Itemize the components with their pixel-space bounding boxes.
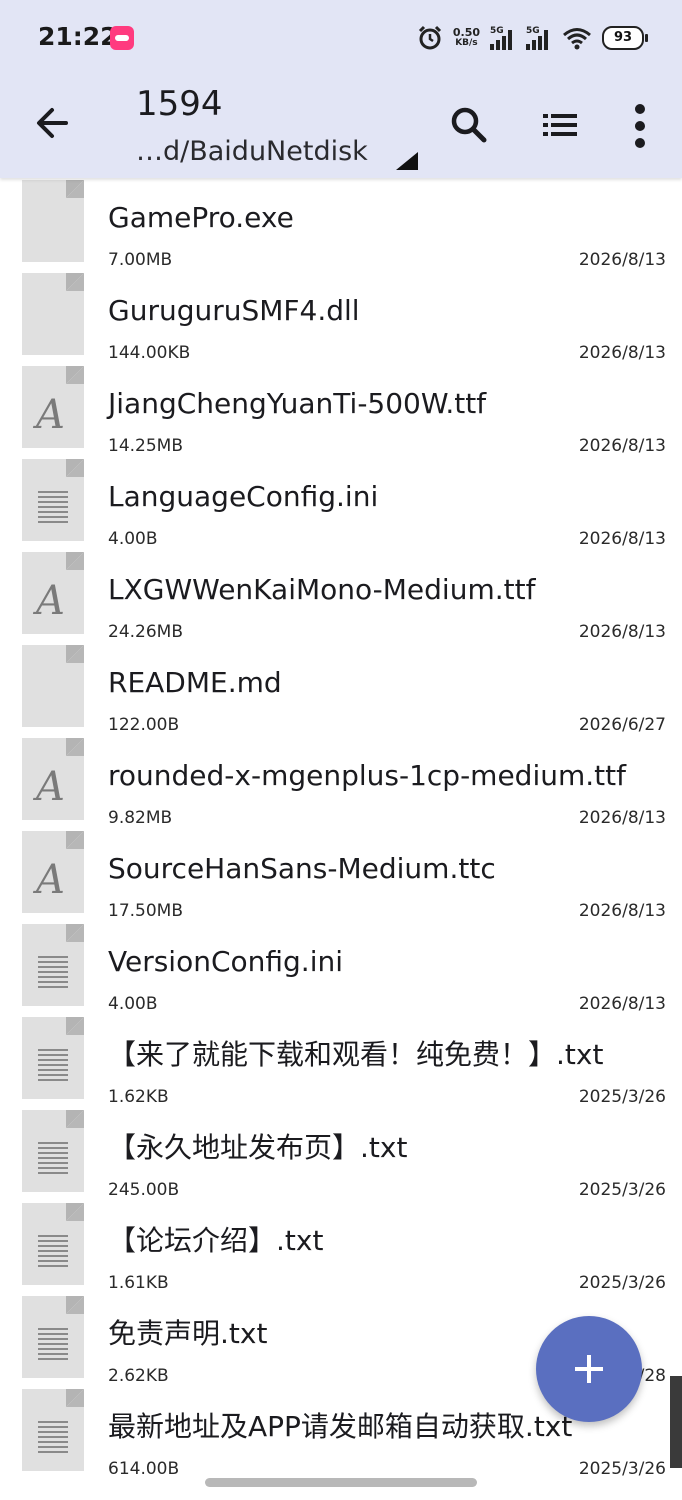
text-file-icon: [22, 1296, 84, 1378]
font-file-letter: A: [36, 857, 65, 903]
file-row[interactable]: A JiangChengYuanTi-500W.ttf 14.25MB 2026/8/…: [0, 366, 682, 477]
font-file-icon: A: [22, 831, 84, 913]
file-size: 614.00B: [108, 1459, 180, 1479]
status-icons: 0.50 KB/s 5G 5G 93: [417, 20, 648, 56]
text-file-icon: [22, 1389, 84, 1471]
file-date: 2025/3/26: [578, 1180, 666, 1200]
file-name: rounded-x-mgenplus-1cp-medium.ttf: [108, 759, 626, 792]
font-file-letter: A: [36, 764, 65, 810]
font-file-icon: A: [22, 552, 84, 634]
file-date: 2026/8/13: [578, 994, 666, 1014]
file-row[interactable]: 【永久地址发布页】.txt 245.00B 2025/3/26: [0, 1110, 682, 1221]
generic-file-icon: [22, 273, 84, 355]
file-row[interactable]: LanguageConfig.ini 4.00B 2026/8/13: [0, 459, 682, 570]
file-size: 1.61KB: [108, 1273, 169, 1293]
file-date: 2026/8/13: [578, 529, 666, 549]
file-row[interactable]: Arounded-x-mgenplus-1cp-medium.ttf 9.82MB…: [0, 738, 682, 849]
file-date: 2025/3/26: [578, 1087, 666, 1107]
file-size: 7.00MB: [108, 250, 173, 270]
font-file-icon: A: [22, 366, 84, 448]
file-size: 4.00B: [108, 994, 158, 1014]
file-date: 2026/8/13: [578, 808, 666, 828]
file-name: 免责声明.txt: [108, 1317, 268, 1350]
path-dropdown-icon[interactable]: [396, 152, 418, 170]
file-size: 4.00B: [108, 529, 158, 549]
network-speed: 0.50 KB/s: [453, 27, 480, 49]
file-size: 122.00B: [108, 715, 180, 735]
file-date: 2025/3/26: [578, 1273, 666, 1293]
file-date: 2025/3/26: [578, 1459, 666, 1479]
text-file-icon: [22, 1110, 84, 1192]
add-fab-button[interactable]: [536, 1316, 642, 1422]
file-name: 【论坛介绍】.txt: [108, 1224, 324, 1257]
file-date: 2026/8/13: [578, 343, 666, 363]
file-date: 2026/6/27: [578, 715, 666, 735]
file-name: LXGWWenKaiMono-Medium.ttf: [108, 573, 536, 606]
more-options-icon[interactable]: [613, 98, 667, 152]
file-size: 245.00B: [108, 1180, 180, 1200]
font-file-letter: A: [36, 578, 65, 624]
file-name: GamePro.exe: [108, 201, 294, 234]
search-icon[interactable]: [442, 98, 496, 152]
signal-2-label: 5G: [526, 26, 540, 36]
scrollbar-thumb[interactable]: [670, 1376, 682, 1468]
list-view-icon[interactable]: [533, 98, 587, 152]
file-row[interactable]: VersionConfig.ini 4.00B 2026/8/13: [0, 924, 682, 1035]
signal-1-icon: 5G: [490, 26, 516, 50]
generic-file-icon: [22, 645, 84, 727]
file-date: 2026/8/13: [578, 250, 666, 270]
battery-icon: 93: [602, 26, 648, 50]
wifi-icon: [563, 28, 591, 50]
status-time: 21:22: [38, 22, 118, 51]
text-file-icon: [22, 924, 84, 1006]
font-file-icon: A: [22, 738, 84, 820]
text-file-icon: [22, 1203, 84, 1285]
app-bar: 1594 …d/BaiduNetdisk: [0, 76, 682, 178]
file-date: 2026/8/13: [578, 622, 666, 642]
file-name: GuruguruSMF4.dll: [108, 294, 360, 327]
file-name: SourceHanSans-Medium.ttc: [108, 852, 496, 885]
file-name: 【永久地址发布页】.txt: [108, 1131, 408, 1164]
file-size: 24.26MB: [108, 622, 183, 642]
alarm-icon: [418, 25, 441, 50]
back-arrow-icon[interactable]: [30, 98, 76, 148]
file-row[interactable]: A SourceHanSans-Medium.ttc 17.50MB 2026/8/1…: [0, 831, 682, 942]
file-name: LanguageConfig.ini: [108, 480, 379, 513]
file-size: 14.25MB: [108, 436, 183, 456]
home-indicator[interactable]: [205, 1478, 477, 1487]
file-row[interactable]: A LXGWWenKaiMono-Medium.ttf 24.26MB 2026/8/…: [0, 552, 682, 663]
file-row[interactable]: GuruguruSMF4.dll 144.00KB 2026/8/13: [0, 273, 682, 384]
network-speed-value: 0.50: [452, 26, 480, 39]
file-size: 144.00KB: [108, 343, 191, 363]
file-size: 9.82MB: [108, 808, 173, 828]
network-speed-unit: KB/s: [455, 38, 478, 48]
file-name: 最新地址及APP请发邮箱自动获取.txt: [108, 1410, 573, 1443]
text-file-icon: [22, 1017, 84, 1099]
file-name: VersionConfig.ini: [108, 945, 344, 978]
app-notification-icon: [110, 26, 134, 50]
folder-title: 1594: [136, 84, 223, 124]
file-name: JiangChengYuanTi-500W.ttf: [108, 387, 487, 420]
top-bar: 21:22 0.50 KB/s 5G 5G 93 1594 …d/BaiduNe…: [0, 0, 682, 178]
file-row[interactable]: README.md 122.00B 2026/6/27: [0, 645, 682, 756]
file-row[interactable]: GamePro.exe 7.00MB 2026/8/13: [0, 180, 682, 291]
generic-file-icon: [22, 180, 84, 262]
file-date: 2026/8/13: [578, 901, 666, 921]
signal-2-icon: 5G: [526, 26, 552, 50]
file-row[interactable]: 【论坛介绍】.txt 1.61KB 2025/3/26: [0, 1203, 682, 1314]
signal-1-label: 5G: [490, 26, 504, 36]
file-size: 2.62KB: [108, 1366, 169, 1386]
file-name: README.md: [108, 666, 282, 699]
file-size: 17.50MB: [108, 901, 183, 921]
text-file-icon: [22, 459, 84, 541]
file-date: 2026/8/13: [578, 436, 666, 456]
file-name: 【来了就能下载和观看！纯免费！】.txt: [108, 1038, 604, 1071]
font-file-letter: A: [36, 392, 65, 438]
file-size: 1.62KB: [108, 1087, 169, 1107]
file-row[interactable]: 【来了就能下载和观看！纯免费！】.txt 1.62KB 2025/3/26: [0, 1017, 682, 1128]
folder-path[interactable]: …d/BaiduNetdisk: [136, 136, 368, 167]
status-bar: 21:22 0.50 KB/s 5G 5G 93: [0, 0, 682, 76]
